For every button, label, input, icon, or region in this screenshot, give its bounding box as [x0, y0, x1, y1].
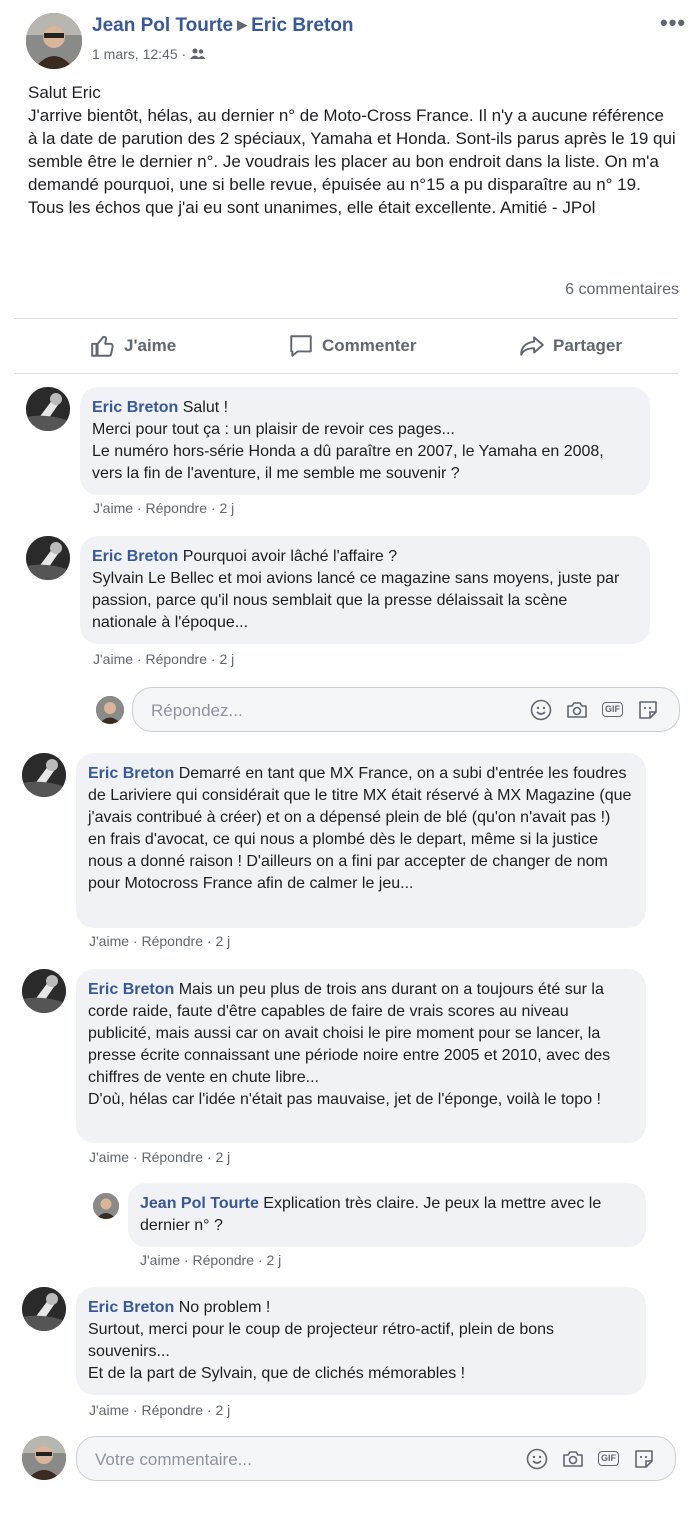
share-button[interactable]: Partager: [519, 330, 622, 362]
thumbs-up-icon: [91, 335, 114, 357]
comment-bubble: Eric Breton No problem ! Surtout, merci …: [76, 1287, 646, 1395]
reply-input[interactable]: [149, 688, 453, 733]
comment-input[interactable]: [93, 1437, 397, 1482]
camera-icon[interactable]: [562, 1448, 584, 1470]
like-button[interactable]: J'aime: [90, 330, 176, 362]
reply-actions: J'aime · Répondre · 2 j: [140, 1252, 282, 1268]
comment-actions: J'aime · Répondre · 2 j: [89, 1402, 231, 1418]
divider: [14, 318, 678, 319]
comment-avatar[interactable]: [22, 1287, 66, 1331]
comment-avatar[interactable]: [22, 969, 66, 1013]
comment-time[interactable]: 2 j: [215, 933, 230, 949]
gif-icon[interactable]: GIF: [602, 702, 623, 717]
sticker-icon[interactable]: [633, 1448, 655, 1470]
comment-time[interactable]: 2 j: [215, 1402, 230, 1418]
post-text: Salut Eric J'arrive bientôt, hélas, au d…: [28, 83, 676, 217]
post-meta: 1 mars, 12:45 ·: [92, 46, 206, 62]
comment-like-link[interactable]: J'aime: [89, 1402, 129, 1418]
comment-bubble: Eric Breton Demarré en tant que MX Franc…: [76, 753, 646, 928]
comment-reply-link[interactable]: Répondre: [141, 1149, 203, 1165]
post-header-names: Jean Pol Tourte ▶ Eric Breton: [92, 15, 354, 37]
comment-author[interactable]: Eric Breton: [88, 765, 174, 782]
reply-like-link[interactable]: J'aime: [140, 1252, 180, 1268]
post-timestamp[interactable]: 1 mars, 12:45: [92, 46, 178, 62]
comment-like-link[interactable]: J'aime: [93, 651, 133, 667]
share-arrow-icon: [520, 336, 544, 356]
comment-author[interactable]: Eric Breton: [88, 1299, 174, 1316]
reply-author[interactable]: Jean Pol Tourte: [140, 1195, 259, 1212]
reply-avatar[interactable]: [93, 1193, 119, 1219]
divider: [14, 373, 678, 374]
reply-input-icons: GIF: [530, 688, 659, 731]
comment-input-box[interactable]: GIF: [76, 1436, 676, 1482]
comment-input-icons: GIF: [526, 1437, 655, 1480]
camera-icon[interactable]: [566, 699, 588, 721]
comment-author[interactable]: Eric Breton: [88, 981, 174, 998]
reply-reply-link[interactable]: Répondre: [192, 1252, 254, 1268]
comment-reply-link[interactable]: Répondre: [141, 933, 203, 949]
comment-like-link[interactable]: J'aime: [93, 500, 133, 516]
post-author-avatar[interactable]: [26, 13, 82, 69]
post-author-name[interactable]: Jean Pol Tourte: [92, 15, 233, 36]
post-target-name[interactable]: Eric Breton: [251, 15, 353, 36]
comment-avatar[interactable]: [22, 753, 66, 797]
sticker-icon[interactable]: [637, 699, 659, 721]
comment-reply-link[interactable]: Répondre: [141, 1402, 203, 1418]
comment-bubble: Eric Breton Pourquoi avoir lâché l'affai…: [80, 536, 650, 644]
comment-actions: J'aime · Répondre · 2 j: [93, 651, 235, 667]
comment-time[interactable]: 2 j: [219, 651, 234, 667]
comment-like-link[interactable]: J'aime: [89, 933, 129, 949]
comment-reply-link[interactable]: Répondre: [145, 651, 207, 667]
reply-time[interactable]: 2 j: [266, 1252, 281, 1268]
comment-author[interactable]: Eric Breton: [92, 548, 178, 565]
comment-author[interactable]: Eric Breton: [92, 399, 178, 416]
comment-count[interactable]: 6 commentaires: [565, 281, 679, 299]
comment-actions: J'aime · Répondre · 2 j: [89, 1149, 231, 1165]
friends-icon: [190, 46, 206, 62]
comment-bubble: Eric Breton Salut ! Merci pour tout ça :…: [80, 387, 650, 495]
current-user-avatar: [96, 696, 124, 724]
comment-reply-link[interactable]: Répondre: [145, 500, 207, 516]
comment-actions: J'aime · Répondre · 2 j: [89, 933, 231, 949]
comment-button[interactable]: Commenter: [288, 330, 416, 362]
current-user-avatar: [22, 1436, 66, 1480]
shared-to-arrow-icon: ▶: [237, 17, 248, 32]
gif-icon[interactable]: GIF: [598, 1451, 619, 1466]
emoji-icon[interactable]: [530, 699, 552, 721]
reply-input-box[interactable]: GIF: [132, 687, 680, 733]
comment-time[interactable]: 2 j: [215, 1149, 230, 1165]
comment-actions: J'aime · Répondre · 2 j: [93, 500, 235, 516]
comment-text: Demarré en tant que MX France, on a subi…: [88, 765, 632, 892]
comment-avatar[interactable]: [26, 536, 70, 580]
comment-bubble: Eric Breton Mais un peu plus de trois an…: [76, 969, 646, 1143]
reply-bubble: Jean Pol Tourte Explication très claire.…: [128, 1183, 646, 1247]
comment-icon: [290, 335, 312, 357]
emoji-icon[interactable]: [526, 1448, 548, 1470]
comment-avatar[interactable]: [26, 387, 70, 431]
comment-text: Mais un peu plus de trois ans durant on …: [88, 981, 611, 1108]
more-options-icon[interactable]: •••: [660, 10, 686, 36]
comment-like-link[interactable]: J'aime: [89, 1149, 129, 1165]
comment-time[interactable]: 2 j: [219, 500, 234, 516]
